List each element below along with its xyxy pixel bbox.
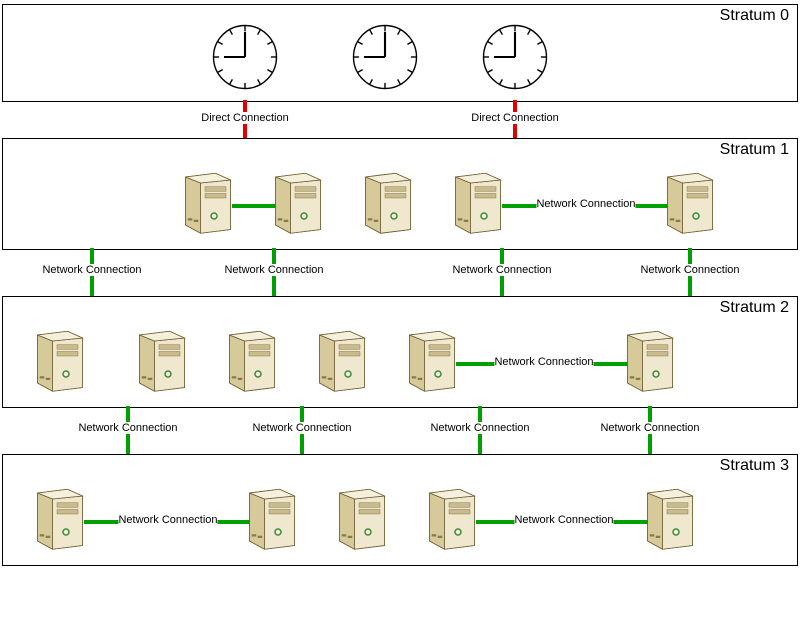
network-connection-label: Network Connection [494,356,593,368]
server-icon [30,478,90,556]
network-connection-label: Network Connection [252,422,351,434]
direct-connection-label: Direct Connection [471,112,558,124]
server-icon [222,320,282,398]
server-icon [422,478,482,556]
network-connection-label: Network Connection [640,264,739,276]
network-connection-label: Network Connection [536,198,635,210]
server-icon [620,320,680,398]
network-connection-label: Network Connection [452,264,551,276]
server-icon [448,162,508,240]
network-connection-line [232,204,276,208]
server-icon [242,478,302,556]
network-connection-label: Network Connection [224,264,323,276]
server-icon [312,320,372,398]
server-icon [358,162,418,240]
clock-icon [480,22,550,92]
stratum-0-label: Stratum 0 [720,7,789,25]
clock-icon [350,22,420,92]
network-connection-label: Network Connection [78,422,177,434]
server-icon [332,478,392,556]
server-icon [178,162,238,240]
server-icon [660,162,720,240]
stratum-2-label: Stratum 2 [720,299,789,317]
stratum-3-label: Stratum 3 [720,457,789,475]
network-connection-label: Network Connection [514,514,613,526]
server-icon [132,320,192,398]
server-icon [30,320,90,398]
network-connection-label: Network Connection [430,422,529,434]
clock-icon [210,22,280,92]
stratum-1-label: Stratum 1 [720,141,789,159]
server-icon [402,320,462,398]
server-icon [640,478,700,556]
direct-connection-label: Direct Connection [201,112,288,124]
network-connection-label: Network Connection [42,264,141,276]
server-icon [268,162,328,240]
network-connection-label: Network Connection [600,422,699,434]
network-connection-label: Network Connection [118,514,217,526]
